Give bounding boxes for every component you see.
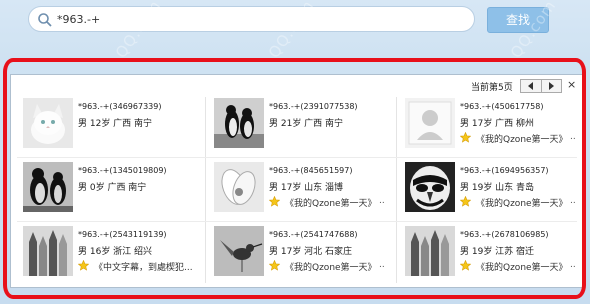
search-input[interactable] bbox=[57, 10, 457, 28]
highlight-annotation bbox=[3, 58, 586, 299]
search-icon bbox=[38, 13, 52, 27]
search-box[interactable] bbox=[28, 6, 475, 32]
